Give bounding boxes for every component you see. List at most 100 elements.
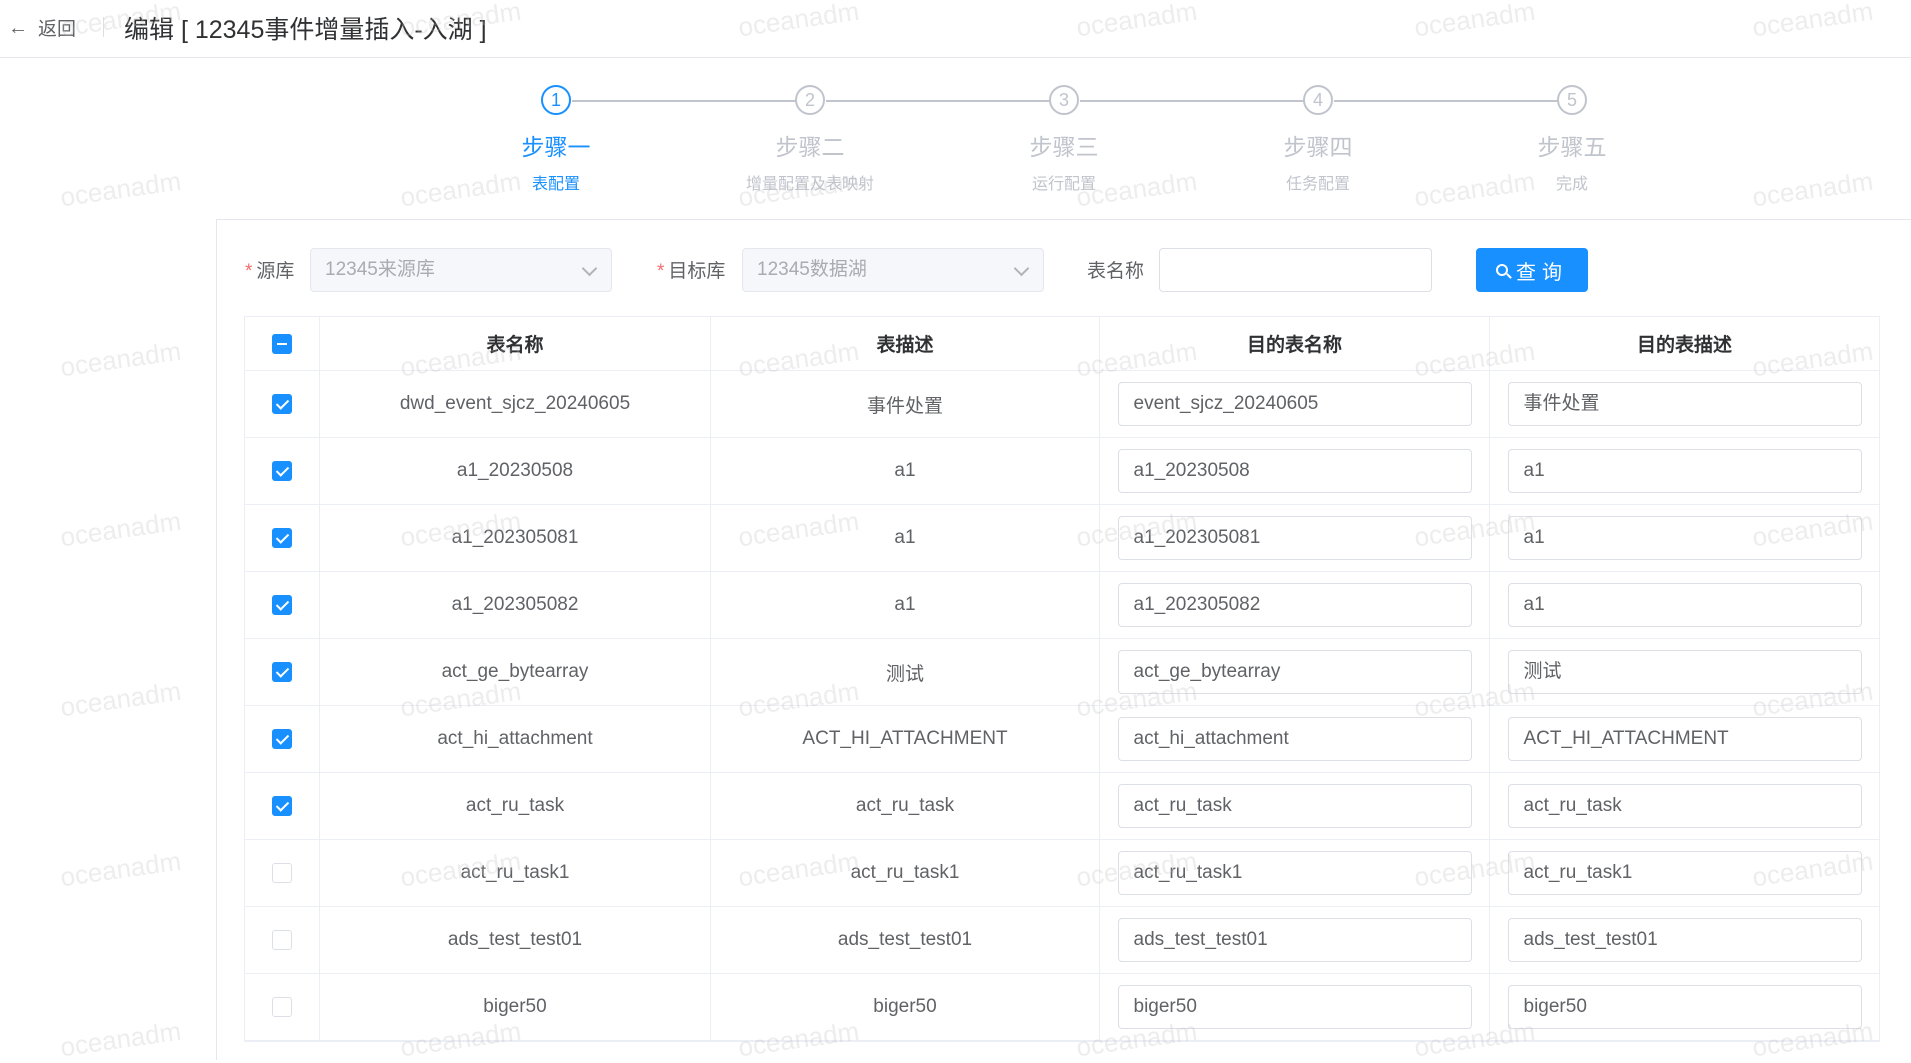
target-desc-cell: 测试 — [1490, 639, 1879, 705]
target-desc-input[interactable]: a1 — [1507, 583, 1862, 627]
table-name-cell: act_hi_attachment — [320, 706, 711, 772]
back-button[interactable]: ← 返回 — [8, 14, 76, 41]
watermark-text: oceanadm — [58, 845, 183, 893]
table-desc-cell: act_ru_task — [711, 773, 1100, 839]
target-name-cell: act_hi_attachment — [1100, 706, 1490, 772]
step-number: 4 — [1303, 85, 1333, 115]
target-name-cell: a1_202305082 — [1100, 572, 1490, 638]
table-name-cell: act_ge_bytearray — [320, 639, 711, 705]
table-body: dwd_event_sjcz_20240605 事件处置 event_sjcz_20… — [245, 371, 1879, 1041]
step-desc: 增量配置及表映射 — [745, 176, 874, 193]
step-desc: 任务配置 — [1285, 176, 1350, 193]
table-config-panel: * 源库 12345来源库 * 目标库 12345数据湖 表名称 查询 表名称 表描… — [216, 219, 1911, 1060]
target-desc-input[interactable]: act_ru_task — [1507, 784, 1862, 828]
target-desc-input[interactable]: 测试 — [1507, 650, 1862, 694]
target-name-input[interactable]: act_ru_task1 — [1117, 851, 1472, 895]
target-desc-input[interactable]: act_ru_task1 — [1507, 851, 1862, 895]
row-checkbox[interactable] — [272, 662, 292, 682]
table-desc-cell: 事件处置 — [711, 371, 1100, 437]
step-desc: 表配置 — [531, 176, 580, 193]
table-name-cell: biger50 — [320, 974, 711, 1040]
target-desc-input[interactable]: 事件处置 — [1507, 382, 1862, 426]
table-name-cell: dwd_event_sjcz_20240605 — [320, 371, 711, 437]
target-desc-cell: ACT_HI_ATTACHMENT — [1490, 706, 1879, 772]
column-header: 目的表名称 — [1100, 317, 1490, 370]
step-title: 步骤五 — [1537, 134, 1607, 160]
row-checkbox[interactable] — [272, 997, 292, 1017]
target-db-select[interactable]: 12345数据湖 — [742, 248, 1044, 292]
target-desc-input[interactable]: a1 — [1507, 516, 1862, 560]
table-name-cell: a1_20230508 — [320, 438, 711, 504]
row-checkbox[interactable] — [272, 528, 292, 548]
select-all-cell — [245, 317, 320, 370]
table-desc-cell: ads_test_test01 — [711, 907, 1100, 973]
row-checkbox[interactable] — [272, 595, 292, 615]
step-number: 3 — [1049, 85, 1079, 115]
step-3[interactable]: 3 步骤三 运行配置 — [944, 83, 1184, 194]
table-desc-cell: a1 — [711, 505, 1100, 571]
row-checkbox[interactable] — [272, 930, 292, 950]
step-number: 5 — [1557, 85, 1587, 115]
target-desc-input[interactable]: ads_test_test01 — [1507, 918, 1862, 962]
step-title: 步骤一 — [521, 134, 591, 160]
row-checkbox[interactable] — [272, 394, 292, 414]
header-divider — [103, 17, 104, 37]
row-checkbox[interactable] — [272, 729, 292, 749]
steps-bar: 1 步骤一 表配置 2 步骤二 增量配置及表映射 3 步骤三 运行配置 4 步骤… — [0, 83, 1911, 193]
select-all-checkbox[interactable] — [272, 333, 292, 354]
chevron-down-icon — [581, 260, 598, 277]
table-name-cell: act_ru_task1 — [320, 840, 711, 906]
query-button[interactable]: 查询 — [1476, 248, 1588, 292]
table-row: dwd_event_sjcz_20240605 事件处置 event_sjcz_20… — [245, 371, 1879, 438]
target-name-input[interactable]: act_ge_bytearray — [1117, 650, 1472, 694]
source-db-label: * 源库 — [245, 256, 294, 283]
target-desc-input[interactable]: a1 — [1507, 449, 1862, 493]
column-header: 表名称 — [320, 317, 711, 370]
step-2[interactable]: 2 步骤二 增量配置及表映射 — [690, 83, 930, 194]
table-row: act_ru_task1 act_ru_task1 act_ru_task1 act_… — [245, 840, 1879, 907]
target-name-cell: act_ru_task — [1100, 773, 1490, 839]
row-select-cell — [245, 505, 320, 571]
step-1[interactable]: 1 步骤一 表配置 — [436, 83, 676, 194]
table-desc-cell: a1 — [711, 438, 1100, 504]
target-desc-input[interactable]: biger50 — [1507, 985, 1862, 1029]
target-name-input[interactable]: act_hi_attachment — [1117, 717, 1472, 761]
table-name-input[interactable] — [1159, 248, 1432, 292]
table-name-cell: ads_test_test01 — [320, 907, 711, 973]
step-number: 2 — [795, 85, 825, 115]
target-name-input[interactable]: a1_20230508 — [1117, 449, 1472, 493]
step-5[interactable]: 5 步骤五 完成 — [1452, 83, 1692, 194]
target-name-input[interactable]: a1_202305082 — [1117, 583, 1472, 627]
row-checkbox[interactable] — [272, 461, 292, 481]
table-row: act_ru_task act_ru_task act_ru_task act_ru_… — [245, 773, 1879, 840]
back-label: 返回 — [38, 19, 77, 40]
watermark-text: oceanadm — [58, 1015, 183, 1063]
target-name-input[interactable]: ads_test_test01 — [1117, 918, 1472, 962]
target-desc-cell: a1 — [1490, 505, 1879, 571]
target-name-input[interactable]: biger50 — [1117, 985, 1472, 1029]
target-name-cell: a1_20230508 — [1100, 438, 1490, 504]
table-header-row: 表名称 表描述 目的表名称 目的表描述 — [245, 317, 1879, 371]
row-checkbox[interactable] — [272, 796, 292, 816]
target-desc-input[interactable]: ACT_HI_ATTACHMENT — [1507, 717, 1862, 761]
row-select-cell — [245, 706, 320, 772]
table-desc-cell: ACT_HI_ATTACHMENT — [711, 706, 1100, 772]
target-name-cell: a1_202305081 — [1100, 505, 1490, 571]
target-name-input[interactable]: act_ru_task — [1117, 784, 1472, 828]
target-name-cell: act_ru_task1 — [1100, 840, 1490, 906]
target-desc-cell: a1 — [1490, 438, 1879, 504]
row-checkbox[interactable] — [272, 863, 292, 883]
target-desc-cell: 事件处置 — [1490, 371, 1879, 437]
target-name-input[interactable]: a1_202305081 — [1117, 516, 1472, 560]
table-row: biger50 biger50 biger50 biger50 — [245, 974, 1879, 1041]
query-button-label: 查询 — [1516, 261, 1568, 284]
watermark-text: oceanadm — [58, 335, 183, 383]
target-desc-cell: ads_test_test01 — [1490, 907, 1879, 973]
step-4[interactable]: 4 步骤四 任务配置 — [1198, 83, 1438, 194]
source-db-select[interactable]: 12345来源库 — [310, 248, 612, 292]
step-desc: 运行配置 — [1031, 176, 1096, 193]
target-name-cell: act_ge_bytearray — [1100, 639, 1490, 705]
step-desc: 完成 — [1555, 176, 1588, 193]
target-name-input[interactable]: event_sjcz_20240605 — [1117, 382, 1472, 426]
target-db-label: * 目标库 — [657, 256, 725, 283]
